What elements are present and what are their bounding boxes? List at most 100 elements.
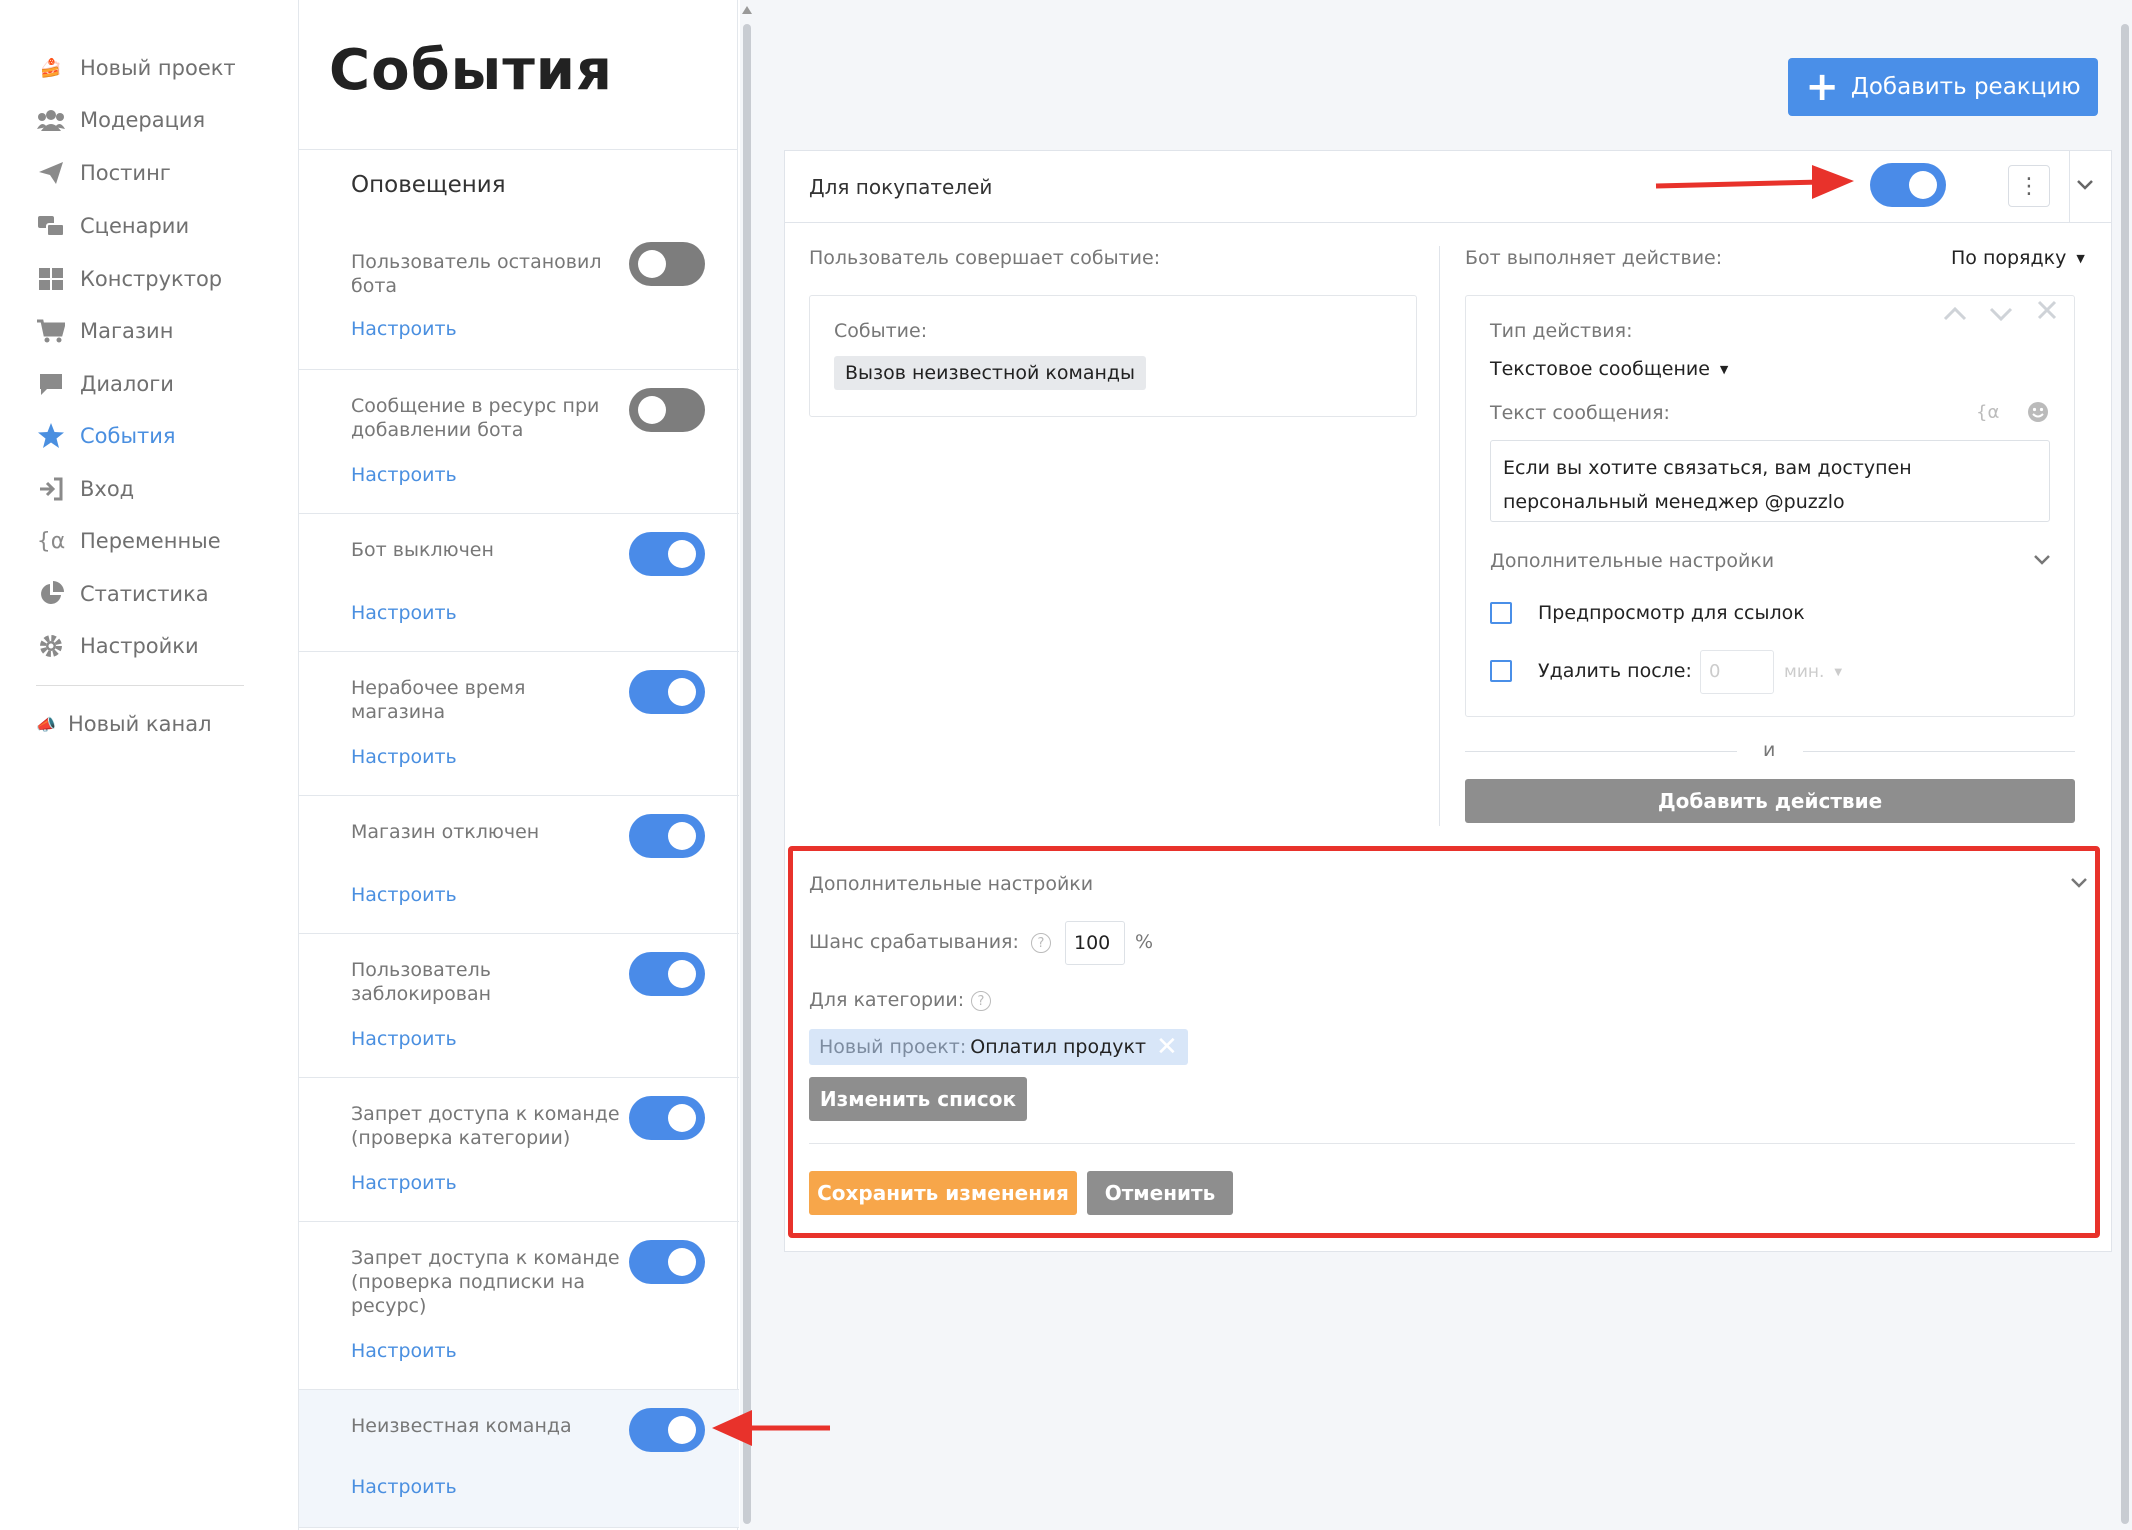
nav-item-label: Диалоги (80, 372, 174, 396)
page-title: События (329, 38, 613, 103)
emoji-icon[interactable] (2026, 400, 2050, 428)
configure-link[interactable]: Настроить (351, 1172, 457, 1194)
event-item[interactable]: Сообщение в ресурс при добавлении бота Н… (299, 370, 739, 514)
message-line: персональный менеджер @puzzlo (1503, 491, 1845, 513)
event-name: Нерабочее время магазина (351, 677, 526, 723)
event-toggle[interactable] (629, 388, 705, 432)
link-preview-label: Предпросмотр для ссылок (1538, 602, 1805, 624)
variable-insert-icon[interactable]: {α (1976, 402, 1999, 423)
column-separator (1439, 246, 1440, 826)
configure-link[interactable]: Настроить (351, 1476, 457, 1498)
configure-link[interactable]: Настроить (351, 884, 457, 906)
delete-unit-select[interactable]: мин. ▼ (1784, 662, 1842, 682)
scrollbar-thumb[interactable] (743, 24, 751, 1524)
move-up-icon[interactable] (1942, 300, 1968, 330)
nav-item-variables[interactable]: {α Переменные (36, 523, 221, 559)
delete-after-checkbox[interactable] (1490, 660, 1512, 682)
event-item[interactable]: Пользователь остановил бота Настроить (299, 228, 739, 370)
nav-item-label: Вход (80, 477, 135, 501)
nav-item-shop[interactable]: Магазин (36, 313, 173, 349)
order-value: По порядку (1951, 247, 2067, 269)
events-scrollbar[interactable] (740, 0, 754, 1530)
message-line: Если вы хотите связаться, вам доступен (1503, 457, 1912, 479)
header-separator (2069, 151, 2070, 223)
paper-plane-icon (36, 158, 66, 188)
event-item[interactable]: Магазин отключен Настроить (299, 796, 739, 934)
nav-item-login[interactable]: Вход (36, 471, 134, 507)
chevron-down-icon[interactable] (2032, 552, 2052, 571)
event-label: Событие: (834, 320, 928, 342)
scrollbar-thumb[interactable] (2121, 24, 2129, 1524)
delete-after-input[interactable]: 0 (1700, 650, 1774, 694)
gear-icon (36, 631, 66, 661)
main-scrollbar[interactable] (2118, 0, 2132, 1530)
nav-item-new-project[interactable]: 🍰 Новый проект (36, 50, 236, 86)
nav-item-moderation[interactable]: Модерация (36, 102, 205, 138)
event-item[interactable]: Пользователь заблокирован Настроить (299, 934, 739, 1078)
nav-item-settings[interactable]: Настройки (36, 628, 199, 664)
event-toggle[interactable] (629, 532, 705, 576)
event-toggle[interactable] (629, 814, 705, 858)
nav-item-dialogs[interactable]: Диалоги (36, 366, 174, 402)
scenarios-icon (36, 211, 66, 241)
nav-item-scenarios[interactable]: Сценарии (36, 208, 189, 244)
scroll-up-icon[interactable] (742, 6, 752, 14)
nav-item-new-channel[interactable]: 📣 Новый канал (36, 706, 212, 742)
configure-link[interactable]: Настроить (351, 746, 457, 768)
configure-link[interactable]: Настроить (351, 464, 457, 486)
action-type-select[interactable]: Текстовое сообщение ▼ (1490, 358, 1728, 380)
reaction-header[interactable]: Для покупателей ⋮ (785, 151, 2111, 223)
nav-item-label: Настройки (80, 634, 199, 658)
event-item-selected[interactable]: Неизвестная команда Настроить (299, 1390, 739, 1528)
more-options-icon[interactable]: ⋮ (2008, 165, 2050, 207)
nav-item-label: Постинг (80, 161, 171, 185)
cart-icon (36, 316, 66, 346)
event-item[interactable]: Запрет доступа к команде (проверка катег… (299, 1078, 739, 1222)
nav-item-events[interactable]: События (36, 418, 176, 454)
divider-line (1803, 751, 2075, 752)
event-toggle[interactable] (629, 1096, 705, 1140)
nav-item-posting[interactable]: Постинг (36, 155, 171, 191)
nav-item-label: Сценарии (80, 214, 190, 238)
nav-item-label: Конструктор (80, 267, 223, 291)
users-icon (36, 105, 66, 135)
events-panel: События Оповещения Пользователь останови… (298, 0, 739, 1530)
nav-item-constructor[interactable]: Конструктор (36, 261, 222, 297)
add-reaction-button[interactable]: + Добавить реакцию (1788, 58, 2098, 116)
nav-item-label: Магазин (80, 319, 174, 343)
configure-link[interactable]: Настроить (351, 1028, 457, 1050)
event-toggle[interactable] (629, 242, 705, 286)
nav-item-label: Новый канал (68, 712, 212, 736)
order-select[interactable]: По порядку ▼ (1951, 247, 2085, 269)
message-textarea[interactable]: Если вы хотите связаться, вам доступен п… (1490, 440, 2050, 522)
configure-link[interactable]: Настроить (351, 318, 457, 340)
divider-line (1465, 751, 1737, 752)
event-name: Пользователь заблокирован (351, 959, 492, 1005)
event-toggle[interactable] (629, 670, 705, 714)
event-chip[interactable]: Вызов неизвестной команды (834, 356, 1147, 390)
event-item[interactable]: Нерабочее время магазина Настроить (299, 652, 739, 796)
message-text-label: Текст сообщения: (1490, 402, 1670, 424)
grid-icon (36, 264, 66, 294)
delete-unit-value: мин. (1784, 662, 1825, 682)
link-preview-checkbox[interactable] (1490, 602, 1512, 624)
delete-action-icon[interactable] (2036, 298, 2058, 328)
nav-item-statistics[interactable]: Статистика (36, 576, 209, 612)
configure-link[interactable]: Настроить (351, 1340, 457, 1362)
delete-after-label: Удалить после: (1538, 660, 1692, 682)
event-toggle[interactable] (629, 952, 705, 996)
event-toggle[interactable] (629, 1408, 705, 1452)
event-item[interactable]: Бот выключен Настроить (299, 514, 739, 652)
add-action-button[interactable]: Добавить действие (1465, 779, 2075, 823)
event-item[interactable]: Запрет доступа к команде (проверка подпи… (299, 1222, 739, 1390)
reaction-toggle[interactable] (1870, 163, 1946, 207)
sign-in-icon (36, 474, 66, 504)
move-down-icon[interactable] (1988, 300, 2014, 330)
event-name: Бот выключен (351, 539, 494, 561)
action-advanced-label[interactable]: Дополнительные настройки (1490, 550, 1774, 572)
chevron-down-icon[interactable] (2075, 173, 2095, 197)
configure-link[interactable]: Настроить (351, 602, 457, 624)
event-name: Запрет доступа к команде (проверка подпи… (351, 1247, 620, 1317)
event-toggle[interactable] (629, 1240, 705, 1284)
user-event-label: Пользователь совершает событие: (809, 247, 1161, 269)
